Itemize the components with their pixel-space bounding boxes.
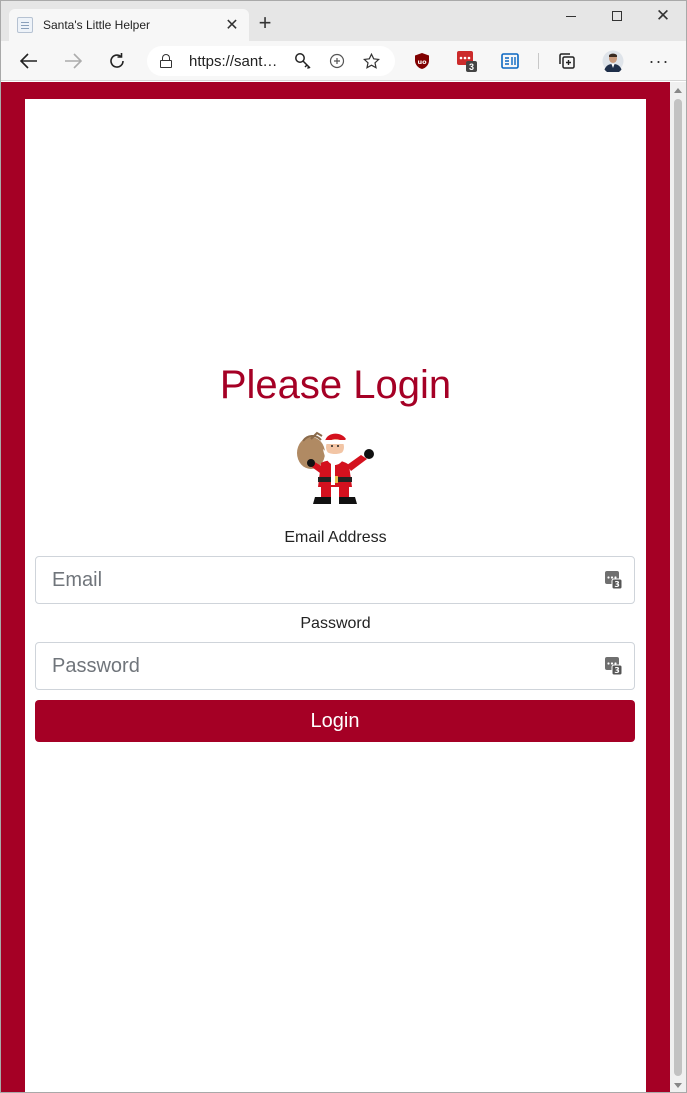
address-bar[interactable]: https://santas-little-helper... xyxy=(147,46,395,76)
password-manager-extension-button[interactable]: 3 xyxy=(455,49,479,73)
immersive-reader-button[interactable] xyxy=(498,49,522,73)
login-card: Please Login Email Address Email 3 Passw… xyxy=(25,99,646,1092)
page-viewport: Please Login Email Address Email 3 Passw… xyxy=(1,82,670,1092)
scroll-up-button[interactable] xyxy=(670,82,686,98)
password-manager-fill-icon[interactable]: 3 xyxy=(605,657,622,675)
browser-tab[interactable]: Santa's Little Helper ✕ xyxy=(9,9,249,41)
window-controls: ✕ xyxy=(548,1,686,31)
scroll-down-icon xyxy=(674,1082,682,1088)
santa-claus-icon xyxy=(297,431,374,504)
favorite-star-icon xyxy=(362,52,380,69)
vertical-scrollbar[interactable] xyxy=(670,82,686,1092)
email-field-wrapper: 3 xyxy=(35,556,635,604)
close-icon: ✕ xyxy=(655,6,671,25)
refresh-icon xyxy=(110,53,124,68)
tab-strip: Santa's Little Helper ✕ + ✕ xyxy=(1,1,686,41)
svg-text:3: 3 xyxy=(614,580,620,589)
tab-close-button[interactable]: ✕ xyxy=(223,16,241,34)
back-icon xyxy=(20,53,37,69)
login-button[interactable]: Login xyxy=(35,700,635,742)
forward-icon xyxy=(65,53,82,69)
key-button[interactable] xyxy=(291,49,315,73)
refresh-button[interactable] xyxy=(101,45,133,77)
browser-toolbar: https://santas-little-helper... uo 3 xyxy=(1,41,686,81)
email-label: Email Address xyxy=(284,529,387,546)
immersive-reader-icon xyxy=(501,53,519,69)
new-tab-button[interactable]: + xyxy=(253,10,277,35)
page-title: Please Login xyxy=(219,363,452,407)
maximize-button[interactable] xyxy=(594,1,640,31)
url-text[interactable]: https://santas-little-helper... xyxy=(189,53,281,70)
password-label: Password xyxy=(300,615,371,632)
key-icon xyxy=(295,53,311,70)
tab-title: Santa's Little Helper xyxy=(43,18,151,32)
password-manager-icon xyxy=(457,51,477,72)
zoom-button[interactable] xyxy=(325,49,349,73)
svg-text:uo: uo xyxy=(417,58,427,66)
svg-text:3: 3 xyxy=(614,666,620,675)
more-menu-button[interactable]: ··· xyxy=(647,49,671,73)
scroll-up-icon xyxy=(674,87,682,93)
profile-button[interactable] xyxy=(601,49,625,73)
back-button[interactable] xyxy=(13,45,45,77)
toolbar-separator xyxy=(538,53,539,69)
ublock-extension-button[interactable]: uo xyxy=(410,49,434,73)
scrollbar-thumb[interactable] xyxy=(674,99,682,1076)
scroll-down-button[interactable] xyxy=(670,1077,686,1092)
page-favicon-icon xyxy=(17,17,33,33)
ublock-icon: uo xyxy=(415,53,429,69)
minimize-icon xyxy=(566,15,576,17)
favorite-button[interactable] xyxy=(359,49,383,73)
password-manager-badge: 3 xyxy=(469,62,475,72)
maximize-icon xyxy=(612,11,622,21)
password-field-wrapper: 3 xyxy=(35,642,635,690)
collections-icon xyxy=(559,53,575,69)
email-input[interactable] xyxy=(36,557,634,603)
password-input[interactable] xyxy=(36,643,634,689)
browser-window: Santa's Little Helper ✕ + ✕ https://sant… xyxy=(0,0,687,1093)
zoom-icon xyxy=(329,53,345,69)
forward-button[interactable] xyxy=(57,45,89,77)
window-close-button[interactable]: ✕ xyxy=(640,1,686,31)
minimize-button[interactable] xyxy=(548,1,594,31)
profile-avatar-icon xyxy=(602,50,624,72)
lock-icon[interactable] xyxy=(159,54,173,68)
password-manager-fill-icon[interactable]: 3 xyxy=(605,571,622,589)
collections-button[interactable] xyxy=(555,49,579,73)
